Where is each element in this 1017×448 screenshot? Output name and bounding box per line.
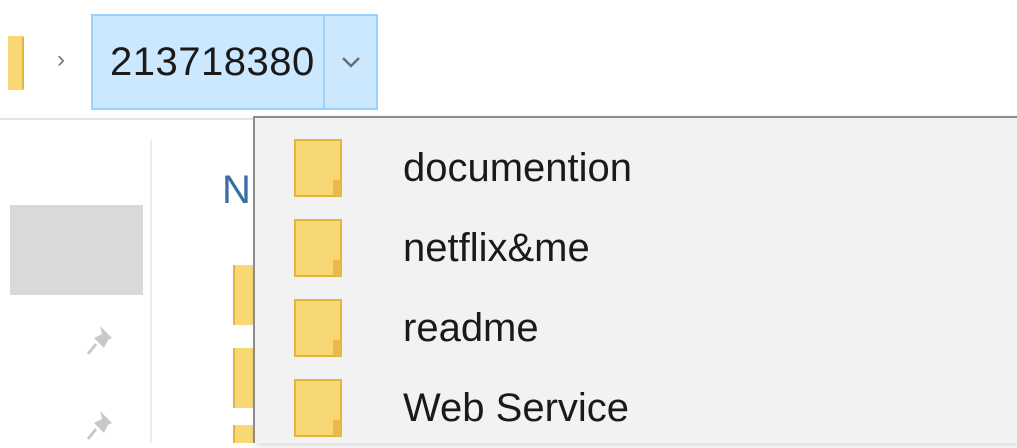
chevron-down-icon	[341, 57, 360, 68]
pin-icon[interactable]	[82, 320, 122, 360]
breadcrumb-label: 213718380	[110, 39, 315, 84]
breadcrumb-dropdown-button[interactable]	[323, 14, 378, 110]
menu-item-readme[interactable]: readme	[255, 288, 1017, 368]
menu-item-documention[interactable]: documention	[255, 128, 1017, 208]
menu-item-label: documention	[403, 146, 633, 190]
address-bar-divider	[0, 118, 255, 120]
breadcrumb-current-folder[interactable]: 213718380	[91, 14, 325, 110]
menu-item-label: netflix&me	[403, 226, 590, 270]
breadcrumb-separator-icon[interactable]: ›	[46, 40, 76, 80]
menu-item-web-service[interactable]: Web Service	[255, 368, 1017, 448]
menu-item-label: Web Service	[403, 386, 630, 430]
folder-icon	[294, 379, 342, 437]
folder-icon	[294, 139, 342, 197]
menu-item-label: readme	[403, 306, 539, 350]
breadcrumb-dropdown-menu: documention netflix&me readme Web Servic…	[253, 116, 1017, 443]
address-bar: › 213718380	[0, 0, 1017, 120]
folder-icon	[294, 299, 342, 357]
pin-icon[interactable]	[82, 405, 122, 445]
nav-pane-selected-item[interactable]	[10, 205, 143, 295]
menu-item-netflix-me[interactable]: netflix&me	[255, 208, 1017, 288]
folder-icon[interactable]	[8, 36, 24, 90]
nav-pane-divider	[150, 140, 152, 443]
folder-icon	[294, 219, 342, 277]
column-header-name[interactable]: N	[222, 164, 251, 216]
